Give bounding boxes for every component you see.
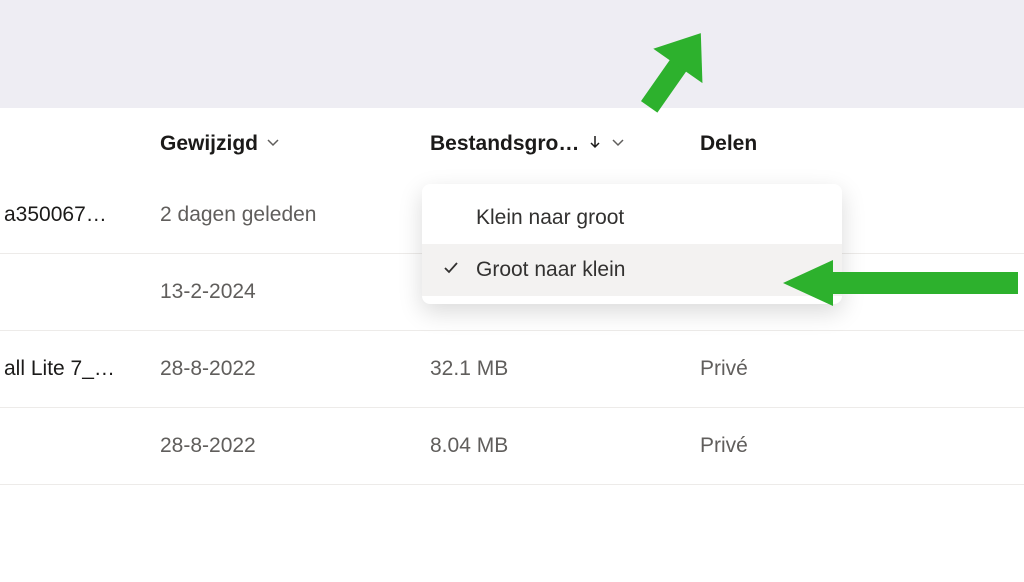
cell-share: Privé: [700, 434, 900, 458]
sort-option-label: Groot naar klein: [476, 258, 625, 282]
column-header-share[interactable]: Delen: [700, 132, 900, 156]
cell-modified: 2 dagen geleden: [160, 203, 430, 227]
table-header-row: Gewijzigd Bestandsgro… Delen: [0, 108, 1024, 177]
cell-size: 32.1 MB: [430, 357, 700, 381]
cell-name: [0, 280, 160, 304]
cell-modified: 28-8-2022: [160, 357, 430, 381]
sort-option-label: Klein naar groot: [476, 206, 624, 230]
cell-modified: 13-2-2024: [160, 280, 430, 304]
table-row[interactable]: all Lite 7_… 28-8-2022 32.1 MB Privé: [0, 331, 1024, 408]
header-filesize-label: Bestandsgro…: [430, 132, 579, 156]
cell-name: all Lite 7_…: [0, 357, 160, 381]
cell-share: Privé: [700, 357, 900, 381]
sort-arrow-down-icon: [587, 134, 603, 155]
table-row[interactable]: 28-8-2022 8.04 MB Privé: [0, 408, 1024, 485]
chevron-down-icon: [266, 136, 280, 153]
annotation-arrow-icon: [630, 20, 720, 125]
column-header-modified[interactable]: Gewijzigd: [160, 132, 430, 156]
header-modified-label: Gewijzigd: [160, 132, 258, 156]
header-share-label: Delen: [700, 132, 757, 156]
cell-size: 8.04 MB: [430, 434, 700, 458]
cell-name: [0, 434, 160, 458]
annotation-arrow-icon: [778, 258, 1018, 313]
column-header-filesize[interactable]: Bestandsgro…: [430, 132, 700, 156]
chevron-down-icon[interactable]: [611, 136, 625, 153]
cell-name: a350067…: [0, 203, 160, 227]
cell-modified: 28-8-2022: [160, 434, 430, 458]
check-icon: [442, 259, 462, 282]
top-header-bar: [0, 0, 1024, 108]
sort-option-small-to-large[interactable]: Klein naar groot: [422, 192, 842, 244]
